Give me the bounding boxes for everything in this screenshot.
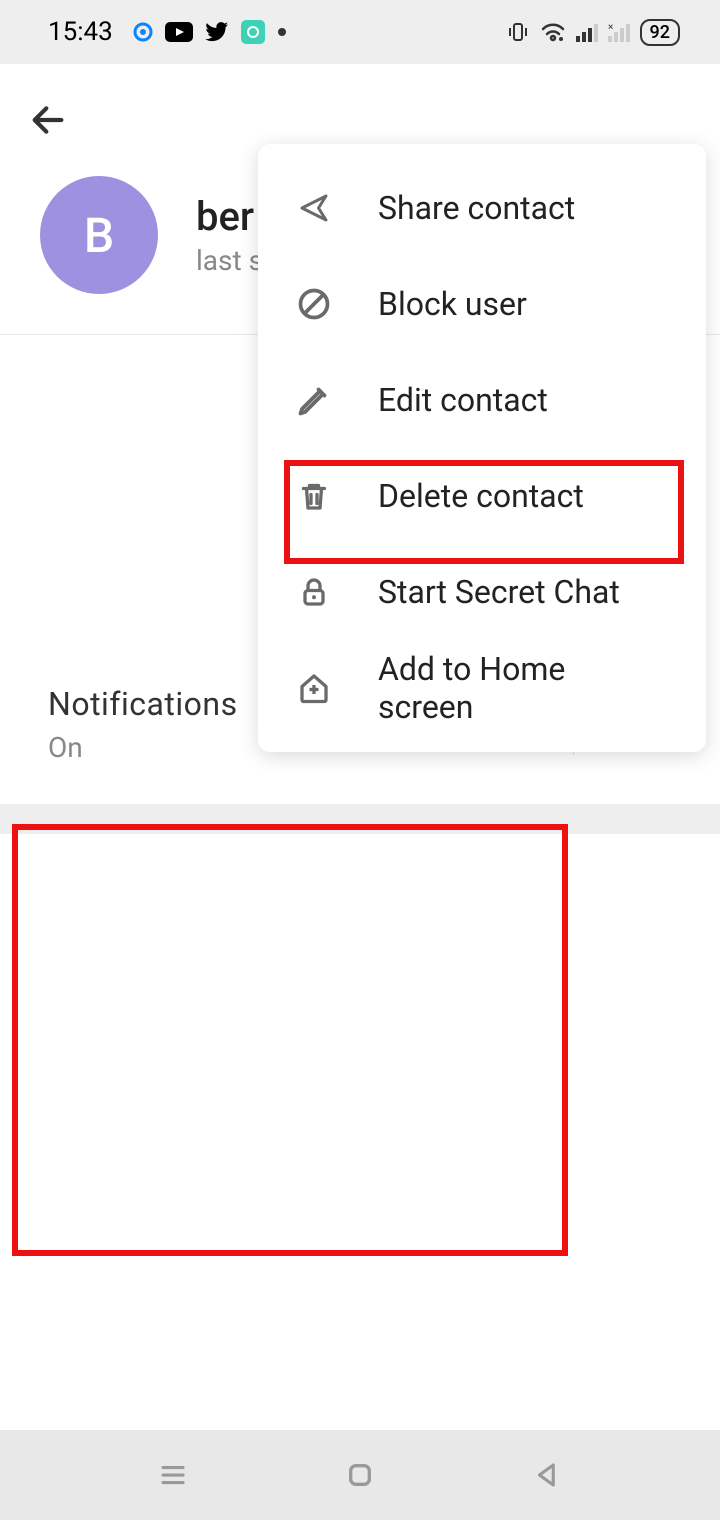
battery-indicator: 92 bbox=[640, 19, 680, 46]
app-icon-circle bbox=[133, 22, 153, 42]
contact-status: last s bbox=[196, 244, 263, 277]
overflow-menu: Share contact Block user Edit contact De… bbox=[258, 144, 706, 752]
menu-label: Edit contact bbox=[378, 381, 548, 419]
info-section bbox=[0, 834, 720, 964]
wifi-icon bbox=[540, 22, 566, 42]
home-plus-icon bbox=[296, 670, 332, 706]
notifications-label-group: Notifications On bbox=[48, 685, 238, 764]
menu-label: Add to Home screen bbox=[378, 650, 668, 726]
menu-label: Share contact bbox=[378, 189, 575, 227]
menu-label: Start Secret Chat bbox=[378, 573, 620, 611]
signal-icon-1 bbox=[576, 22, 598, 42]
avatar[interactable]: B bbox=[40, 176, 158, 294]
profile-text: ber last s bbox=[196, 193, 263, 277]
twitter-icon bbox=[205, 22, 229, 42]
menu-start-secret-chat[interactable]: Start Secret Chat bbox=[258, 544, 706, 640]
contact-name: ber bbox=[196, 193, 263, 240]
menu-share-contact[interactable]: Share contact bbox=[258, 160, 706, 256]
vibrate-icon bbox=[506, 20, 530, 44]
menu-delete-contact[interactable]: Delete contact bbox=[258, 448, 706, 544]
dot-icon bbox=[277, 27, 287, 37]
navigation-bar bbox=[0, 1430, 720, 1520]
signal-icon-2: × bbox=[608, 22, 630, 42]
pencil-icon bbox=[296, 382, 332, 418]
youtube-icon bbox=[165, 22, 193, 42]
nav-home-button[interactable] bbox=[336, 1451, 384, 1499]
trash-icon bbox=[296, 478, 332, 514]
section-gap bbox=[0, 804, 720, 834]
avatar-letter: B bbox=[84, 207, 114, 264]
back-button[interactable] bbox=[24, 96, 72, 144]
menu-edit-contact[interactable]: Edit contact bbox=[258, 352, 706, 448]
nav-back-button[interactable] bbox=[523, 1451, 571, 1499]
app-icon-teal bbox=[241, 20, 265, 44]
status-left: 15:43 bbox=[48, 17, 287, 47]
block-icon bbox=[296, 286, 332, 322]
menu-label: Delete contact bbox=[378, 477, 584, 515]
menu-label: Block user bbox=[378, 285, 527, 323]
nav-recents-button[interactable] bbox=[149, 1451, 197, 1499]
notifications-title: Notifications bbox=[48, 685, 238, 723]
content-area: B ber last s Notifications On Share cont… bbox=[0, 64, 720, 1430]
menu-add-home-screen[interactable]: Add to Home screen bbox=[258, 640, 706, 736]
status-bar: 15:43 × 92 bbox=[0, 0, 720, 64]
svg-text:×: × bbox=[608, 22, 613, 33]
share-icon bbox=[296, 190, 332, 226]
menu-block-user[interactable]: Block user bbox=[258, 256, 706, 352]
status-time: 15:43 bbox=[48, 17, 113, 47]
notifications-value: On bbox=[48, 731, 238, 764]
lock-icon bbox=[296, 574, 332, 610]
status-right: × 92 bbox=[506, 19, 680, 46]
